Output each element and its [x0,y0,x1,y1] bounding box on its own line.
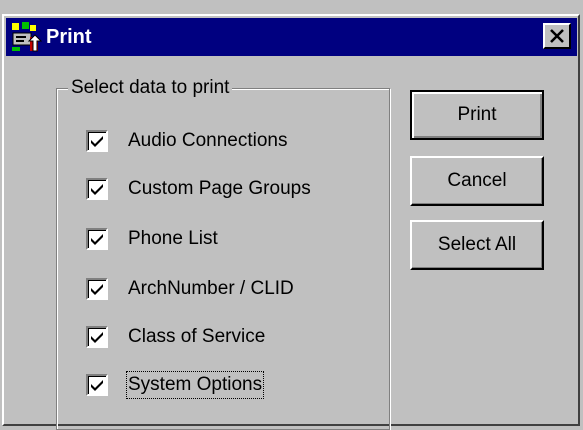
select-all-button[interactable]: Select All [410,220,544,270]
print-button[interactable]: Print [410,90,544,140]
close-icon [550,29,564,43]
checkmark-icon [91,184,103,195]
checkmark-icon [91,332,103,343]
checkbox-label-custom-page-groups: Custom Page Groups [128,178,311,199]
checkbox-audio-connections[interactable] [86,130,108,152]
groupbox-legend: Select data to print [68,77,233,99]
checkbox-class-of-service[interactable] [86,326,108,348]
checkmark-icon [91,380,103,391]
checkbox-label-phone-list: Phone List [128,228,218,249]
checkbox-label-system-options: System Options [125,371,265,399]
checkmark-icon [91,136,103,147]
close-button[interactable] [543,23,571,49]
checkbox-archnumber-clid[interactable] [86,278,108,300]
checkbox-custom-page-groups[interactable] [86,178,108,200]
checkbox-label-archnumber-clid: ArchNumber / CLID [128,278,294,299]
checkmark-icon [91,234,103,245]
checkbox-label-class-of-service: Class of Service [128,326,266,347]
checkbox-phone-list[interactable] [86,228,108,250]
print-app-icon [10,21,43,53]
cancel-button[interactable]: Cancel [410,156,544,206]
checkbox-system-options[interactable] [86,374,108,396]
checkmark-icon [91,284,103,295]
window-title: Print [46,26,92,48]
checkbox-label-audio-connections: Audio Connections [128,130,288,151]
title-bar[interactable]: Print [6,18,577,56]
screen-background: Print Select data to print Audio Connect… [0,0,583,430]
